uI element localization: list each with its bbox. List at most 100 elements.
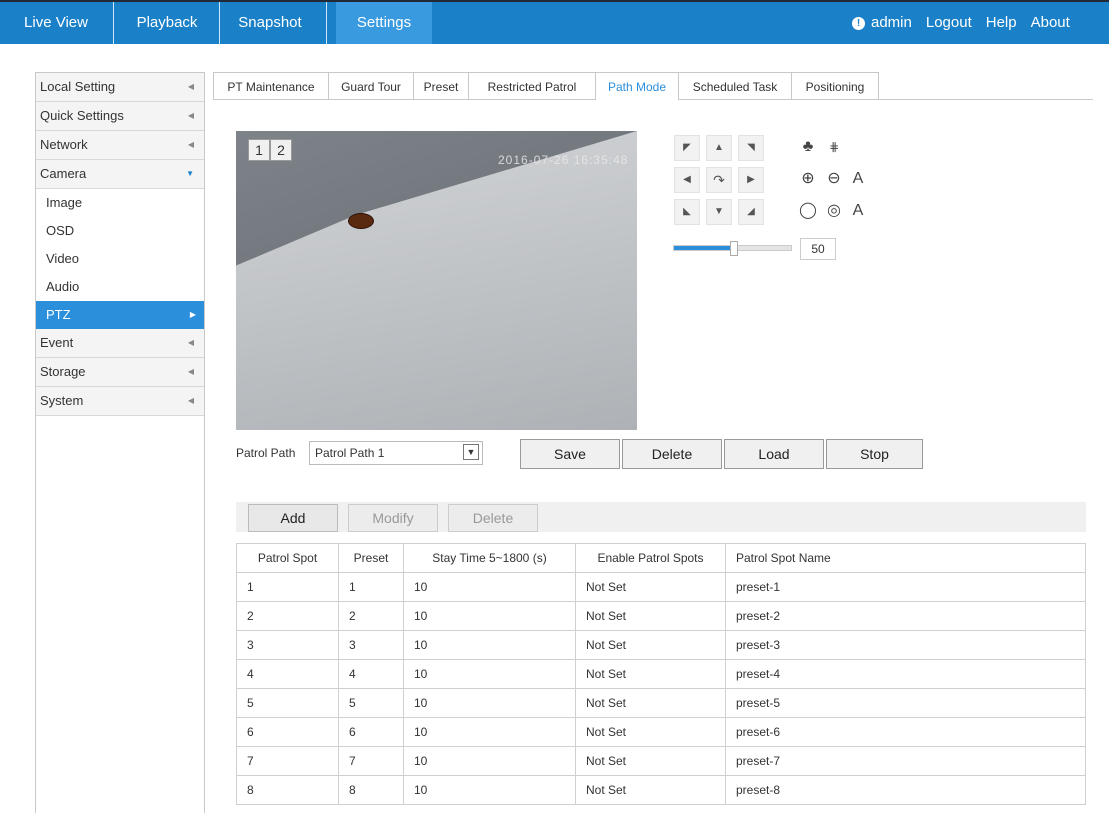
video-object: [348, 213, 374, 229]
chevron-left-icon: ◀: [187, 338, 194, 347]
tab-scheduled-task[interactable]: Scheduled Task: [678, 72, 792, 99]
tab-path-mode[interactable]: Path Mode: [595, 72, 679, 100]
logout-link[interactable]: Logout: [926, 14, 972, 31]
table-row[interactable]: 8 8 10 Not Set preset-8: [236, 775, 1086, 805]
sidebar-item-label: Storage: [40, 364, 86, 379]
sidebar-item-network[interactable]: Network ◀: [36, 131, 204, 160]
tab-restricted-patrol[interactable]: Restricted Patrol: [468, 72, 596, 99]
ptz-down-right-icon[interactable]: ◢: [738, 199, 764, 225]
cell-stay-time: 10: [403, 688, 576, 718]
delete-path-button[interactable]: Delete: [622, 439, 722, 469]
nav-separator: [219, 2, 220, 44]
about-link[interactable]: About: [1031, 14, 1070, 31]
auto-focus-icon[interactable]: A: [846, 167, 870, 191]
delete-spot-button[interactable]: Delete: [448, 504, 538, 532]
patrol-spot-table: Patrol Spot Preset Stay Time 5~1800 (s) …: [236, 543, 1086, 805]
table-row[interactable]: 2 2 10 Not Set preset-2: [236, 601, 1086, 631]
sidebar-subitem-video[interactable]: Video: [36, 245, 204, 273]
cell-spot-name: preset-2: [725, 601, 1086, 631]
table-row[interactable]: 5 5 10 Not Set preset-5: [236, 688, 1086, 718]
zoom-out-icon[interactable]: ⊖: [822, 167, 846, 191]
sidebar-item-label: System: [40, 393, 84, 408]
cell-preset: 2: [338, 601, 404, 631]
live-video-preview[interactable]: 1 2 2016-07-26 16:35:48: [236, 131, 637, 430]
sidebar-item-label: Quick Settings: [40, 108, 124, 123]
ptz-down-icon[interactable]: ▼: [706, 199, 732, 225]
iris-open-icon[interactable]: ◯: [796, 199, 820, 223]
sidebar-item-camera[interactable]: Camera ▼: [36, 160, 204, 189]
cell-preset: 5: [338, 688, 404, 718]
cell-spot-name: preset-6: [725, 717, 1086, 747]
nav-snapshot[interactable]: Snapshot: [232, 2, 308, 44]
patrol-path-select[interactable]: Patrol Path 1 ▼: [309, 441, 483, 465]
ptz-right-icon[interactable]: ▶: [738, 167, 764, 193]
sidebar-item-label: Camera: [40, 166, 87, 181]
chevron-left-icon: ◀: [187, 367, 194, 376]
cell-patrol-spot: 8: [236, 775, 339, 805]
tab-guard-tour[interactable]: Guard Tour: [328, 72, 414, 99]
ptz-down-left-icon[interactable]: ◣: [674, 199, 700, 225]
cell-patrol-spot: 4: [236, 659, 339, 689]
cell-spot-name: preset-1: [725, 572, 1086, 602]
user-name[interactable]: admin: [871, 14, 912, 31]
sidebar-item-quick-settings[interactable]: Quick Settings ◀: [36, 102, 204, 131]
nav-separator: [326, 2, 327, 44]
sidebar-item-event[interactable]: Event ◀: [36, 329, 204, 358]
ptz-speed-slider[interactable]: [673, 241, 792, 256]
sidebar-subitem-audio[interactable]: Audio: [36, 273, 204, 301]
sidebar-item-label: Event: [40, 335, 74, 350]
table-row[interactable]: 6 6 10 Not Set preset-6: [236, 717, 1086, 747]
sidebar-item-storage[interactable]: Storage ◀: [36, 358, 204, 387]
cell-preset: 7: [338, 746, 404, 776]
focus-far-icon[interactable]: ♣: [796, 135, 820, 159]
cell-stay-time: 10: [403, 717, 576, 747]
ptz-speed-slider-handle[interactable]: [730, 241, 738, 256]
ptz-speed-value[interactable]: 50: [800, 238, 836, 260]
cell-enable: Not Set: [575, 775, 726, 805]
zoom-in-icon[interactable]: ⊕: [796, 167, 820, 191]
stop-button[interactable]: Stop: [826, 439, 923, 469]
sidebar-subitem-ptz[interactable]: PTZ ▶: [36, 301, 204, 329]
cell-stay-time: 10: [403, 775, 576, 805]
cell-spot-name: preset-4: [725, 659, 1086, 689]
modify-button[interactable]: Modify: [348, 504, 438, 532]
ptz-auto-rotate-icon[interactable]: ↷: [706, 167, 732, 193]
ptz-up-right-icon[interactable]: ◥: [738, 135, 764, 161]
chevron-down-icon[interactable]: ▼: [463, 444, 479, 460]
tab-preset[interactable]: Preset: [413, 72, 469, 99]
tab-pt-maintenance[interactable]: PT Maintenance: [213, 72, 329, 99]
save-button[interactable]: Save: [520, 439, 620, 469]
auto-iris-icon[interactable]: A: [846, 199, 870, 223]
nav-live-view[interactable]: Live View: [18, 2, 94, 44]
table-row[interactable]: 7 7 10 Not Set preset-7: [236, 746, 1086, 776]
table-row[interactable]: 1 1 10 Not Set preset-1: [236, 572, 1086, 602]
table-row[interactable]: 4 4 10 Not Set preset-4: [236, 659, 1086, 689]
nav-playback[interactable]: Playback: [128, 2, 206, 44]
ptz-up-icon[interactable]: ▲: [706, 135, 732, 161]
ptz-up-left-icon[interactable]: ◤: [674, 135, 700, 161]
column-header-preset[interactable]: Preset: [338, 543, 404, 573]
load-button[interactable]: Load: [724, 439, 824, 469]
cell-spot-name: preset-3: [725, 630, 1086, 660]
iris-close-icon[interactable]: ◎: [822, 199, 846, 223]
tab-positioning[interactable]: Positioning: [791, 72, 879, 99]
column-header-patrol-spot-name[interactable]: Patrol Spot Name: [725, 543, 1086, 573]
sidebar-subitem-osd[interactable]: OSD: [36, 217, 204, 245]
column-header-stay-time[interactable]: Stay Time 5~1800 (s): [403, 543, 576, 573]
top-nav-bar: Live View Playback Snapshot Settings ! ad…: [0, 2, 1109, 44]
patrol-path-label: Patrol Path: [236, 446, 296, 460]
table-row[interactable]: 3 3 10 Not Set preset-3: [236, 630, 1086, 660]
add-button[interactable]: Add: [248, 504, 338, 532]
sidebar-item-system[interactable]: System ◀: [36, 387, 204, 416]
help-link[interactable]: Help: [986, 14, 1017, 31]
sidebar-item-local-setting[interactable]: Local Setting ◀: [36, 73, 204, 102]
sidebar-subitem-image[interactable]: Image: [36, 189, 204, 217]
cell-enable: Not Set: [575, 572, 726, 602]
nav-settings[interactable]: Settings: [336, 2, 432, 44]
ptz-left-icon[interactable]: ◀: [674, 167, 700, 193]
cell-patrol-spot: 6: [236, 717, 339, 747]
column-header-patrol-spot[interactable]: Patrol Spot: [236, 543, 339, 573]
cell-enable: Not Set: [575, 601, 726, 631]
column-header-enable-patrol-spots[interactable]: Enable Patrol Spots: [575, 543, 726, 573]
focus-near-icon[interactable]: ⋕: [822, 135, 846, 159]
